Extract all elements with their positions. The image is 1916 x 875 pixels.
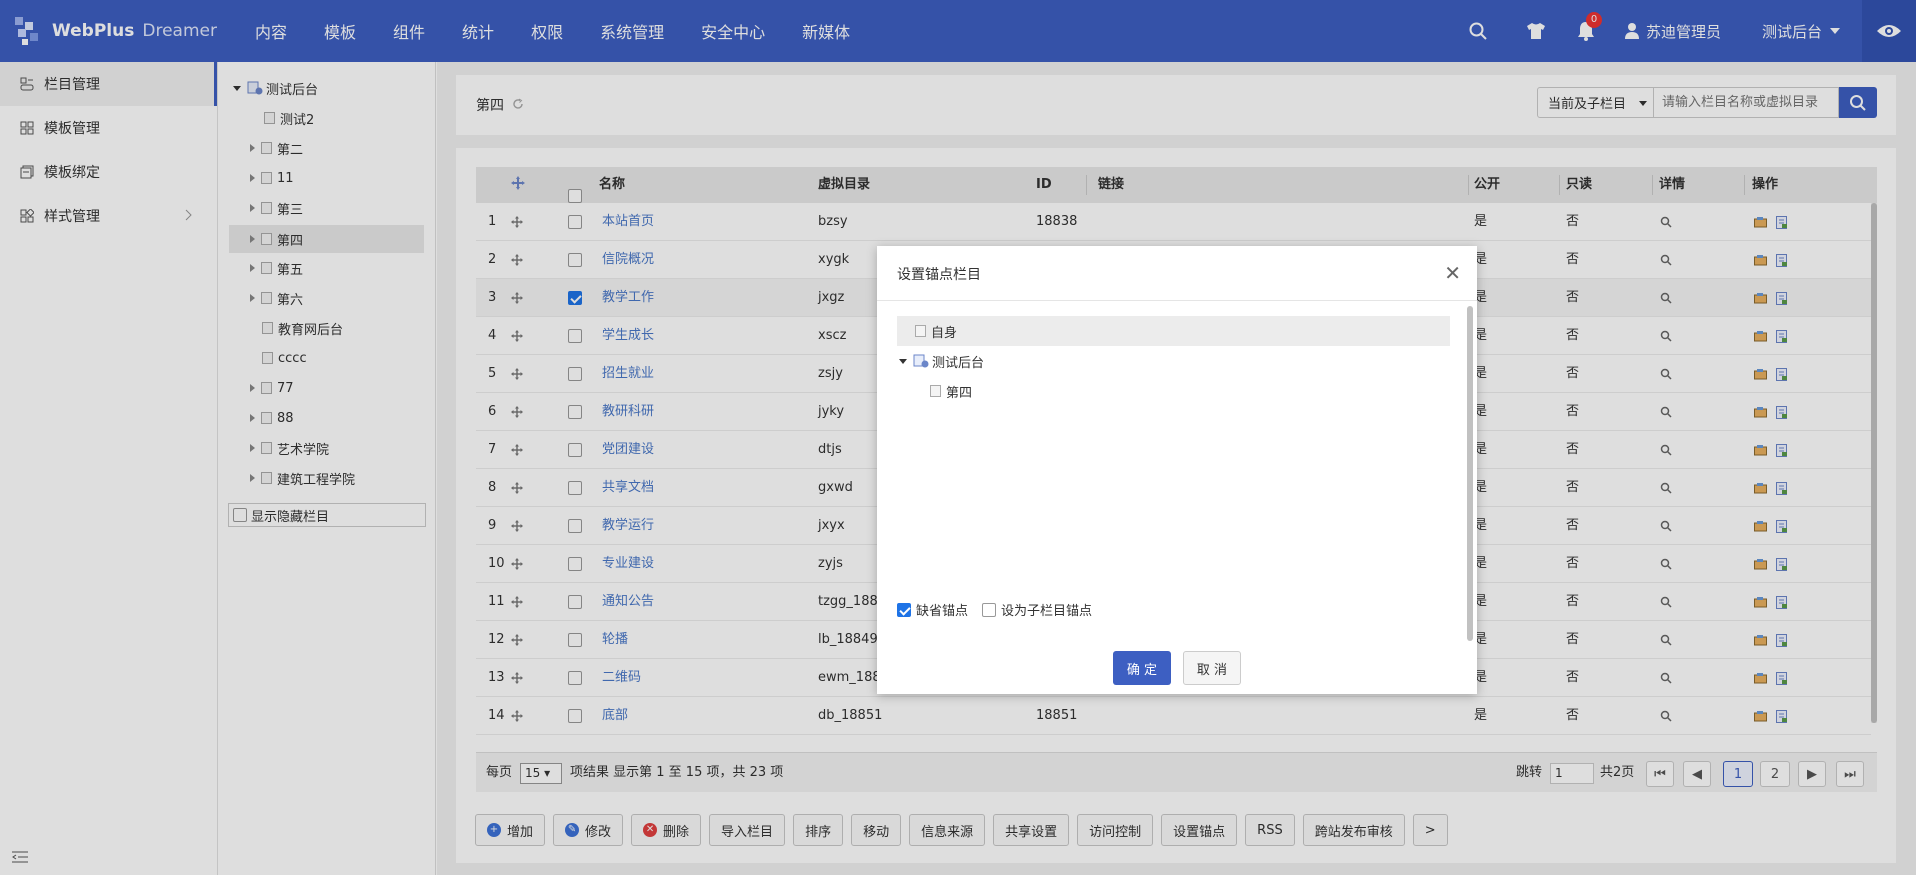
site-icon [913, 354, 929, 368]
expand-icon[interactable] [899, 358, 907, 364]
default-anchor-checkbox[interactable] [897, 602, 911, 617]
cancel-button[interactable]: 取 消 [1183, 651, 1241, 685]
dialog-tree: 自身 测试后台 第四 [897, 316, 1450, 536]
child-anchor-checkbox[interactable] [982, 602, 997, 617]
tree-node-label: 测试后台 [932, 355, 985, 371]
dialog-title: 设置锚点栏目 [897, 267, 981, 283]
child-anchor-label: 设为子栏目锚点 [1001, 604, 1093, 619]
dialog-scrollbar[interactable] [1467, 306, 1473, 641]
tree-node-label: 自身 [931, 325, 958, 341]
dialog-options: 缺省锚点 设为子栏目锚点 [897, 600, 1092, 619]
dialog-header: 设置锚点栏目 ✕ [877, 246, 1477, 301]
anchor-dialog: 设置锚点栏目 ✕ 自身 测试后台 第四 缺省锚点 设为子栏目锚点 确 定 取 消 [877, 246, 1477, 694]
confirm-button[interactable]: 确 定 [1113, 651, 1171, 685]
close-icon[interactable]: ✕ [1444, 263, 1461, 283]
dialog-tree-node[interactable]: 第四 [930, 376, 972, 406]
dialog-tree-node-root[interactable]: 测试后台 [899, 346, 984, 376]
tree-node-label: 第四 [946, 385, 973, 401]
folder-icon [915, 325, 926, 337]
dialog-tree-node-self[interactable]: 自身 [897, 316, 1450, 346]
default-anchor-label: 缺省锚点 [916, 604, 969, 619]
folder-icon [930, 385, 941, 397]
